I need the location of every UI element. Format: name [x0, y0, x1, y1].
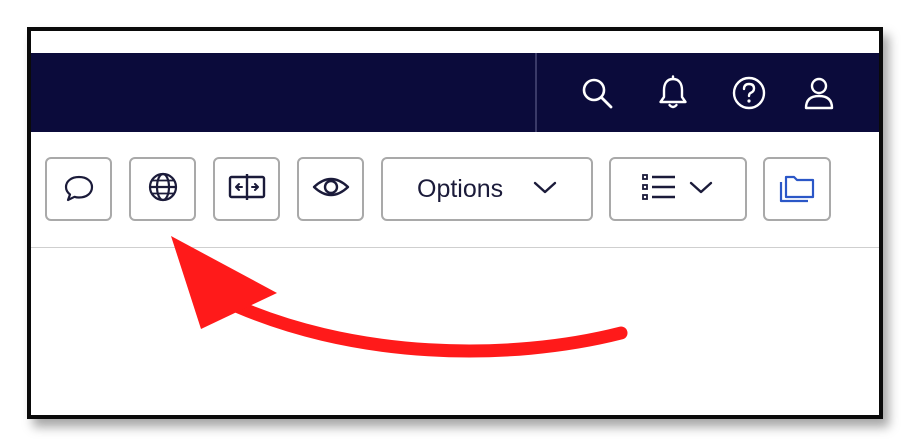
- folders-button[interactable]: [763, 157, 831, 221]
- comment-button[interactable]: [45, 157, 112, 221]
- list-view-dropdown[interactable]: [609, 157, 747, 221]
- folders-icon: [777, 169, 817, 210]
- globe-icon: [145, 169, 181, 210]
- options-dropdown[interactable]: Options: [381, 157, 593, 221]
- bell-icon[interactable]: [655, 75, 691, 111]
- options-label: Options: [417, 174, 504, 203]
- arrowhead: [171, 236, 277, 329]
- chevron-down-icon: [687, 177, 715, 202]
- topbar-divider: [535, 53, 537, 132]
- eye-icon: [311, 169, 351, 210]
- search-icon[interactable]: [579, 75, 615, 111]
- comment-icon: [61, 169, 97, 210]
- top-navigation-bar: [31, 53, 879, 132]
- resize-icon: [227, 169, 267, 210]
- list-icon: [641, 169, 677, 210]
- help-icon[interactable]: [731, 75, 767, 111]
- preview-button[interactable]: [297, 157, 364, 221]
- chevron-down-icon: [531, 177, 559, 202]
- globe-button[interactable]: [129, 157, 196, 221]
- user-icon[interactable]: [801, 75, 837, 111]
- screenshot-frame: Options: [27, 27, 883, 419]
- toolbar-separator: [31, 247, 879, 248]
- resize-button[interactable]: [213, 157, 280, 221]
